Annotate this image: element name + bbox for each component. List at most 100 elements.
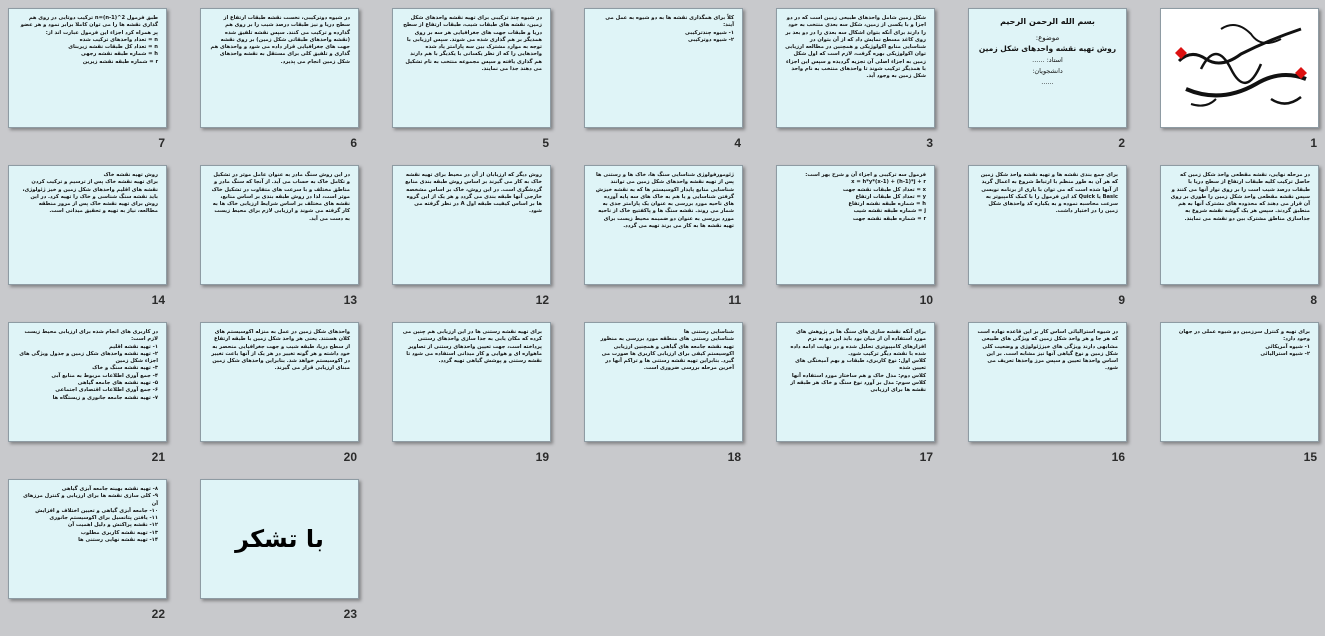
slide-cell: در کاربری های انجام شده برای ارزیابی محی… [8, 322, 167, 479]
title-line: استاد: ...... [1032, 56, 1063, 64]
slide-cell: در مرحله نهایی، نقشه مقطعی واحد شکل زمین… [1160, 165, 1319, 322]
slide-thumbnail[interactable]: کلاً برای همگذاری نقشه ها به دو شیوه به … [584, 8, 743, 128]
slide-cell: شناسایی رستنی ها شناسایی رستنی های منطقه… [584, 322, 743, 479]
empty-cell [776, 479, 935, 636]
slide-thumbnail[interactable]: برای آنکه نقشه سازی های سنگ ها بر پژوهش … [776, 322, 935, 442]
calligraphy-logo-icon [1161, 9, 1318, 127]
slide-cell: با تشکر 23 [200, 479, 359, 636]
slide-number: 21 [151, 450, 165, 464]
slide-thumbnail[interactable]: واحدهای شکل زمین در عمل به منزله اکوسیست… [200, 322, 359, 442]
slide-number: 18 [727, 450, 741, 464]
slide-thumbnail[interactable]: طبق فرمول n=(n-1)^2 ترکیب دوتایی در روی … [8, 8, 167, 128]
slide-cell: ۸- تهیه نقشه بهینه جامعه آبزی گیاهی ۹- ک… [8, 479, 167, 636]
slide-number: 1 [1310, 136, 1317, 150]
slide-body-text: ژئومورفولوژی شناسایی سنگ ها، خاک ها و رس… [595, 172, 734, 230]
slide-thumbnail[interactable]: با تشکر [200, 479, 359, 599]
slide-number: 14 [151, 293, 165, 307]
slide-number: 15 [1303, 450, 1317, 464]
slide-body-text: برای آنکه نقشه سازی های سنگ ها بر پژوهش … [790, 329, 926, 394]
slide-thumbnail[interactable]: برای جمع بندی نقشه ها و تهیه نقشه واحد ش… [968, 165, 1127, 285]
slide-thumbnail[interactable]: برای تهیه و کنترل سرزمین دو شیوه عملی در… [1160, 322, 1319, 442]
slide-cell: در شیوه چند ترکیبی برای تهیه نقشه واحدها… [392, 8, 551, 165]
slide-thumbnail[interactable]: ژئومورفولوژی شناسایی سنگ ها، خاک ها و رس… [584, 165, 743, 285]
slide-thumbnail[interactable]: در این روش سنگ مادر به عنوان عامل موثر د… [200, 165, 359, 285]
slide-number: 9 [1118, 293, 1125, 307]
title-line: دانشجویان: [1032, 67, 1063, 75]
slide-body-text: در مرحله نهایی، نقشه مقطعی واحد شکل زمین… [1170, 172, 1310, 222]
slide-thumbnail[interactable]: ۸- تهیه نقشه بهینه جامعه آبزی گیاهی ۹- ک… [8, 479, 167, 599]
slide-cell: در شیوه دوترکیبی، نخست نقشه طبقات ارتفاع… [200, 8, 359, 165]
slide-sorter-grid: طبق فرمول n=(n-1)^2 ترکیب دوتایی در روی … [8, 8, 1319, 636]
slide-number: 22 [151, 607, 165, 621]
slide-body-text: فرمول سه ترکیبی و اجزاء آن و شرح بهر است… [805, 172, 926, 222]
slide-body-text: برای تهیه نقشه رستنی ها در این ارزیابی ه… [402, 329, 542, 365]
slide-body-text: شکل زمین شامل واحدهای طبیعی زمین است که … [785, 15, 926, 80]
slide-body-text: برای جمع بندی نقشه ها و تهیه نقشه واحد ش… [980, 172, 1118, 215]
slide-cell: برای آنکه نقشه سازی های سنگ ها بر پژوهش … [776, 322, 935, 479]
slide-thumbnail[interactable]: در مرحله نهایی، نقشه مقطعی واحد شکل زمین… [1160, 165, 1319, 285]
slide-cell: برای تهیه نقشه رستنی ها در این ارزیابی ه… [392, 322, 551, 479]
slide-number: 16 [1111, 450, 1125, 464]
slide-number: 6 [350, 136, 357, 150]
slide-number: 3 [926, 136, 933, 150]
slide-number: 17 [919, 450, 933, 464]
slide-body-text: ۸- تهیه نقشه بهینه جامعه آبزی گیاهی ۹- ک… [23, 486, 158, 544]
slide-body-text: در شیوه دوترکیبی، نخست نقشه طبقات ارتفاع… [210, 15, 351, 65]
title-line: موضوع: [1035, 34, 1060, 42]
slide-body-text: در این روش سنگ مادر به عنوان عامل موثر د… [211, 172, 350, 222]
title-slide-content: بسم الله الرحمن الرحیم موضوع: روش تهیه نقش… [969, 9, 1126, 86]
empty-cell [584, 479, 743, 636]
slide-thumbnail[interactable]: روش تهیه نقشه خاک برای تهیه نقشه خاک پس … [8, 165, 167, 285]
slide-thumbnail[interactable]: روش دیگر که ارزیابان از آن در محیط برای … [392, 165, 551, 285]
slide-thumbnail[interactable]: در شیوه چند ترکیبی برای تهیه نقشه واحدها… [392, 8, 551, 128]
slide-body-text: در شیوه چند ترکیبی برای تهیه نقشه واحدها… [403, 15, 542, 73]
slide-number: 11 [728, 293, 741, 307]
slide-number: 12 [535, 293, 549, 307]
slide-cell: در شیوه استرالیائی اساس کار بر این قاعده… [968, 322, 1127, 479]
slide-number: 13 [343, 293, 357, 307]
slide-number: 5 [542, 136, 549, 150]
slide-body-text: برای تهیه و کنترل سرزمین دو شیوه عملی در… [1178, 329, 1310, 357]
slide-cell: کلاً برای همگذاری نقشه ها به دو شیوه به … [584, 8, 743, 165]
slide-cell: فرمول سه ترکیبی و اجزاء آن و شرح بهر است… [776, 165, 935, 322]
slide-thumbnail[interactable]: در شیوه دوترکیبی، نخست نقشه طبقات ارتفاع… [200, 8, 359, 128]
slide-number: 19 [535, 450, 549, 464]
slide-thumbnail[interactable]: در کاربری های انجام شده برای ارزیابی محی… [8, 322, 167, 442]
thanks-text: با تشکر [235, 525, 324, 553]
slide-cell: برای جمع بندی نقشه ها و تهیه نقشه واحد ش… [968, 165, 1127, 322]
slide-number: 7 [158, 136, 165, 150]
slide-number: 20 [343, 450, 357, 464]
slide-thumbnail[interactable]: شناسایی رستنی ها شناسایی رستنی های منطقه… [584, 322, 743, 442]
slide-number: 8 [1310, 293, 1317, 307]
slide-cell: روش تهیه نقشه خاک برای تهیه نقشه خاک پس … [8, 165, 167, 322]
slide-number: 23 [343, 607, 357, 621]
slide-body-text: روش دیگر که ارزیابان از آن در محیط برای … [405, 172, 542, 215]
empty-cell [1160, 479, 1319, 636]
slide-body-text: شناسایی رستنی ها شناسایی رستنی های منطقه… [600, 329, 734, 372]
slide-thumbnail[interactable]: فرمول سه ترکیبی و اجزاء آن و شرح بهر است… [776, 165, 935, 285]
slide-thumbnail[interactable]: شکل زمین شامل واحدهای طبیعی زمین است که … [776, 8, 935, 128]
slide-number: 4 [734, 136, 741, 150]
slide-cell: در این روش سنگ مادر به عنوان عامل موثر د… [200, 165, 359, 322]
title-line: روش تهیه نقشه واحدهای شکل زمین [978, 44, 1117, 53]
slide-body-text: در شیوه استرالیائی اساس کار بر این قاعده… [977, 329, 1118, 372]
empty-cell [968, 479, 1127, 636]
slide-body-text: روش تهیه نقشه خاک برای تهیه نقشه خاک پس … [22, 172, 158, 215]
slide-cell: شکل زمین شامل واحدهای طبیعی زمین است که … [776, 8, 935, 165]
slide-cell: بسم الله الرحمن الرحیم موضوع: روش تهیه نقش… [968, 8, 1127, 165]
slide-cell: 1 [1160, 8, 1319, 165]
slide-thumbnail[interactable]: بسم الله الرحمن الرحیم موضوع: روش تهیه نقش… [968, 8, 1127, 128]
slide-body-text: طبق فرمول n=(n-1)^2 ترکیب دوتایی در روی … [20, 15, 158, 65]
slide-body-text: کلاً برای همگذاری نقشه ها به دو شیوه به … [605, 15, 734, 43]
slide-number: 2 [1118, 136, 1125, 150]
slide-cell: طبق فرمول n=(n-1)^2 ترکیب دوتایی در روی … [8, 8, 167, 165]
slide-body-text: در کاربری های انجام شده برای ارزیابی محی… [19, 329, 158, 401]
slide-cell: واحدهای شکل زمین در عمل به منزله اکوسیست… [200, 322, 359, 479]
slide-thumbnail[interactable]: برای تهیه نقشه رستنی ها در این ارزیابی ه… [392, 322, 551, 442]
title-line: ...... [1041, 78, 1054, 86]
slide-thumbnail[interactable]: در شیوه استرالیائی اساس کار بر این قاعده… [968, 322, 1127, 442]
slide-thumbnail[interactable] [1160, 8, 1319, 128]
empty-cell [392, 479, 551, 636]
slide-cell: روش دیگر که ارزیابان از آن در محیط برای … [392, 165, 551, 322]
slide-cell: برای تهیه و کنترل سرزمین دو شیوه عملی در… [1160, 322, 1319, 479]
